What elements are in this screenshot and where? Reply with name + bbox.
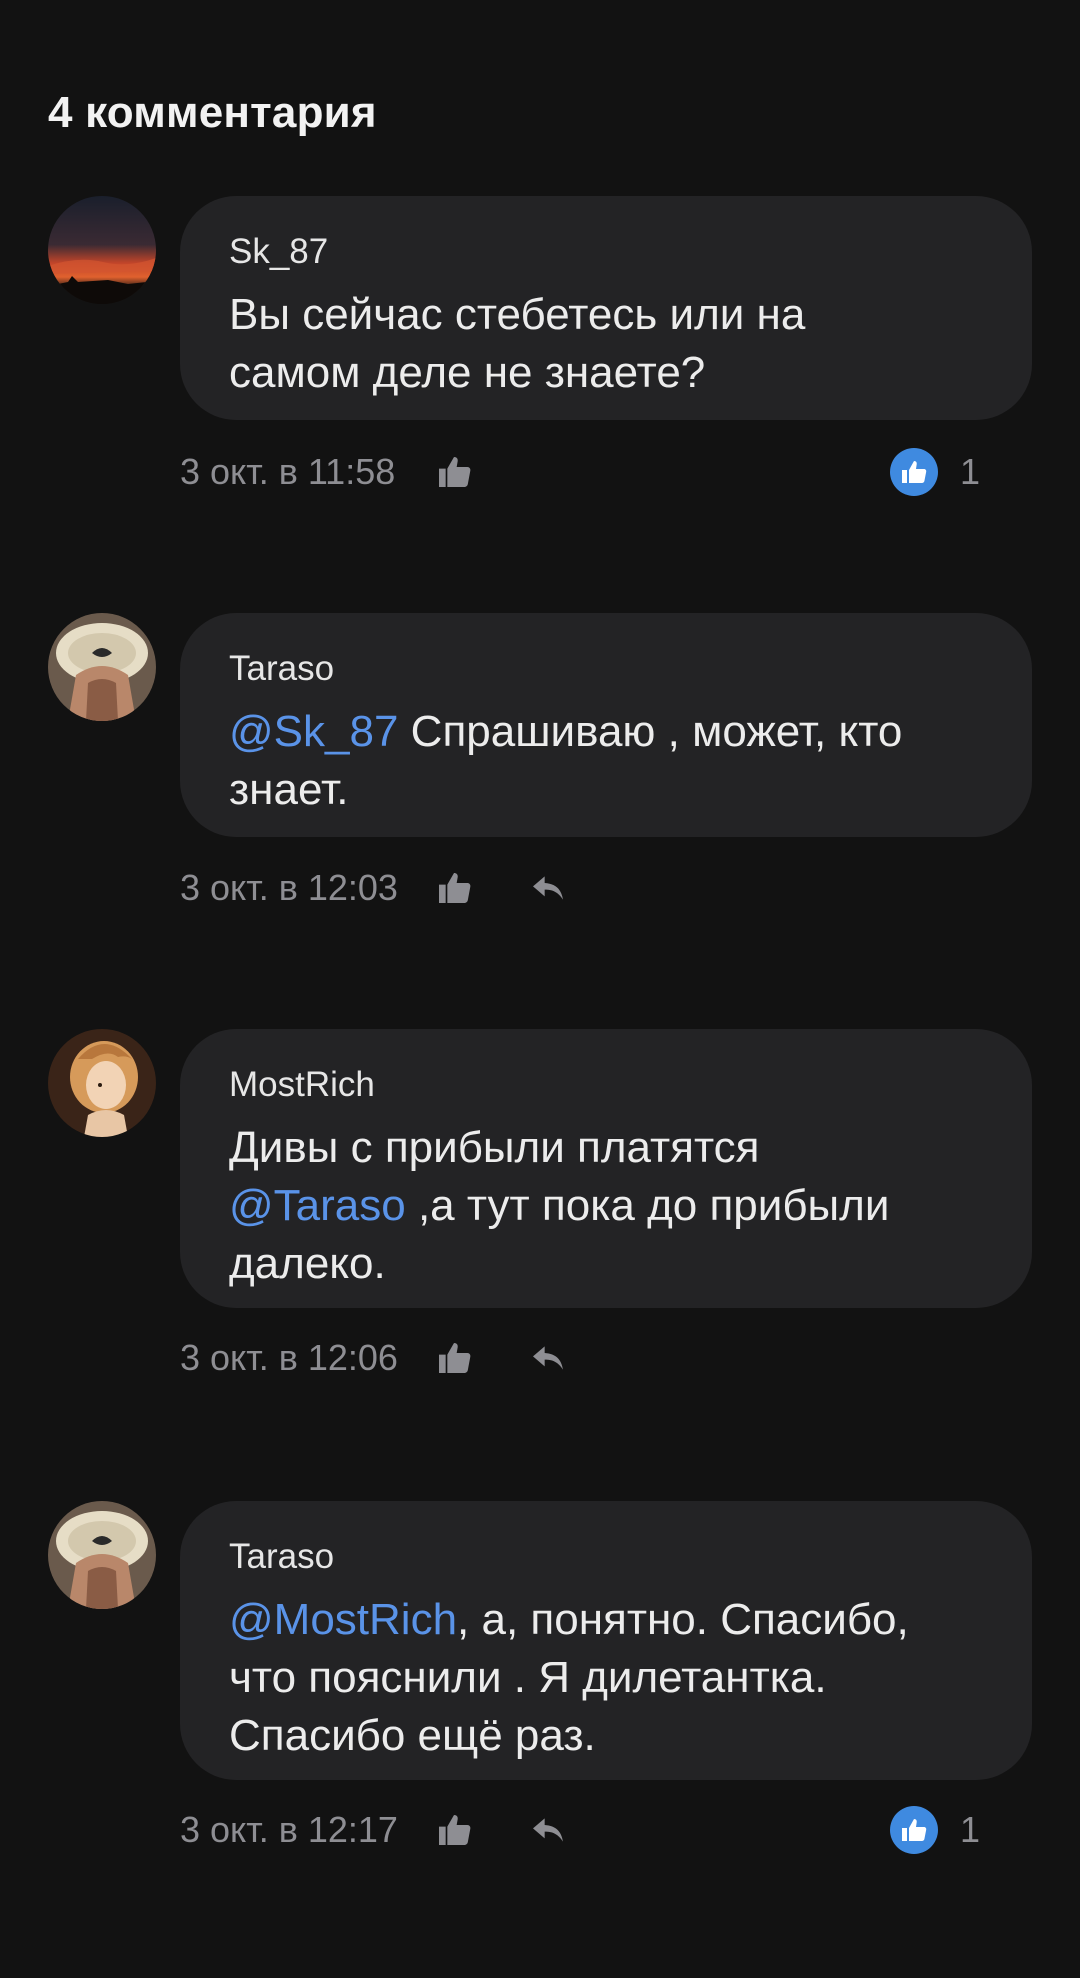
comment-text-line: самом деле не знаете? xyxy=(229,348,706,397)
reply-arrow-icon xyxy=(533,1818,563,1842)
likes-indicator[interactable]: 1 xyxy=(889,448,980,496)
reply-arrow-icon xyxy=(533,1346,563,1370)
comment-text: @MostRich, а, понятно. Спасибо, что пояс… xyxy=(229,1591,984,1765)
reply-button[interactable] xyxy=(526,866,570,910)
avatar-woman-hat-image xyxy=(48,1501,156,1609)
likes-count: 1 xyxy=(959,1809,980,1850)
comment-time: 3 окт. в 12:17 xyxy=(180,1809,398,1850)
like-button[interactable] xyxy=(432,1808,476,1852)
like-button[interactable] xyxy=(432,866,476,910)
thumbs-up-icon xyxy=(439,1815,471,1845)
comment-text: Дивы с прибыли платятся @Taraso ,а тут п… xyxy=(229,1119,984,1293)
comment-author[interactable]: Taraso xyxy=(229,1537,984,1577)
reply-button[interactable] xyxy=(526,1808,570,1852)
comment-time: 3 окт. в 12:03 xyxy=(180,867,398,908)
comment-meta: 3 окт. в 12:03 xyxy=(180,858,980,918)
comment-text-line: что пояснили . Я дилетантка. xyxy=(229,1653,827,1702)
thumbs-up-icon xyxy=(439,873,471,903)
comment-meta: 3 окт. в 12:06 xyxy=(180,1328,980,1388)
thumbs-up-icon xyxy=(439,1343,471,1373)
comment-text-line: Спасибо ещё раз. xyxy=(229,1711,596,1760)
comment-text-line: Дивы с прибыли платятся xyxy=(229,1123,760,1172)
likes-indicator[interactable]: 1 xyxy=(889,1806,980,1854)
mention-link[interactable]: @MostRich xyxy=(229,1595,457,1644)
reply-arrow-icon xyxy=(533,876,563,900)
comment-text-line: Спрашиваю , может, кто xyxy=(398,707,903,756)
comment-author[interactable]: MostRich xyxy=(229,1065,984,1105)
comments-count-title: 4 комментария xyxy=(48,88,377,137)
comment-bubble: Taraso @MostRich, а, понятно. Спасибо, ч… xyxy=(180,1501,1032,1780)
like-button[interactable] xyxy=(432,1336,476,1380)
thumbs-up-filled-icon xyxy=(889,1806,938,1854)
comment-bubble: MostRich Дивы с прибыли платятся @Taraso… xyxy=(180,1029,1032,1308)
comment-meta: 3 окт. в 11:58 1 xyxy=(180,442,980,502)
mention-link[interactable]: @Taraso xyxy=(229,1181,406,1230)
comment-text-line: знает. xyxy=(229,765,349,814)
comment-text-line: Вы сейчас стебетесь или на xyxy=(229,290,806,339)
like-button[interactable] xyxy=(432,450,476,494)
avatar-sunset-image xyxy=(48,196,156,304)
mention-link[interactable]: @Sk_87 xyxy=(229,707,398,756)
avatar[interactable] xyxy=(48,1029,156,1137)
thumbs-up-icon xyxy=(439,457,471,487)
comment-bubble: Taraso @Sk_87 Спрашиваю , может, кто зна… xyxy=(180,613,1032,837)
comment-text: @Sk_87 Спрашиваю , может, кто знает. xyxy=(229,703,984,819)
thumbs-up-filled-icon xyxy=(889,448,938,496)
comment-meta: 3 окт. в 12:17 1 xyxy=(180,1800,980,1860)
avatar[interactable] xyxy=(48,196,156,304)
likes-count: 1 xyxy=(959,451,980,492)
comment-time: 3 окт. в 11:58 xyxy=(180,451,396,492)
comment-text: Вы сейчас стебетесь или на самом деле не… xyxy=(229,286,984,402)
reply-button[interactable] xyxy=(526,1336,570,1380)
avatar-woman-hat-image xyxy=(48,613,156,721)
avatar[interactable] xyxy=(48,1501,156,1609)
comment-text-line: далеко. xyxy=(229,1239,386,1288)
comment-bubble: Sk_87 Вы сейчас стебетесь или на самом д… xyxy=(180,196,1032,420)
comment-time: 3 окт. в 12:06 xyxy=(180,1337,398,1378)
comment-text-line: ,а тут пока до прибыли xyxy=(405,1181,890,1230)
avatar-woman-illustration-image xyxy=(48,1029,156,1137)
comment-text-line: , а, понятно. Спасибо, xyxy=(457,1595,909,1644)
avatar[interactable] xyxy=(48,613,156,721)
comment-author[interactable]: Taraso xyxy=(229,649,984,689)
comment-author[interactable]: Sk_87 xyxy=(229,232,984,272)
